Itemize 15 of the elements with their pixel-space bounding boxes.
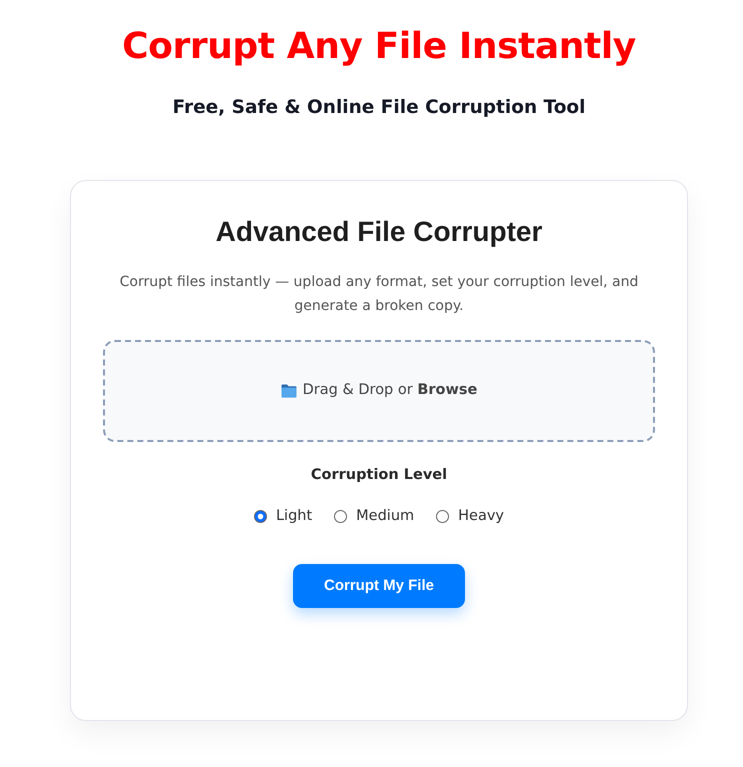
page-subtitle: Free, Safe & Online File Corruption Tool bbox=[172, 96, 586, 120]
corruption-level-label: Corruption Level bbox=[310, 466, 448, 485]
radio-label[interactable]: Light bbox=[276, 505, 312, 527]
card-title: Advanced File Corrupter bbox=[214, 215, 544, 249]
radio-button[interactable] bbox=[334, 510, 348, 522]
radio-button[interactable] bbox=[254, 510, 267, 522]
card-description: Corrupt files instantly — upload any format, set your corruption level, and generate a broken copy. bbox=[118, 273, 640, 316]
corrupt-button[interactable]: Corrupt My File bbox=[293, 564, 465, 608]
folder-icon bbox=[280, 384, 297, 398]
page-title: Corrupt Any File Instantly bbox=[121, 25, 637, 69]
file-drop-zone[interactable]: Drag & Drop or Browse bbox=[103, 340, 655, 442]
radio-label[interactable]: Medium bbox=[356, 505, 414, 527]
radio-label[interactable]: Heavy bbox=[458, 505, 504, 527]
radio-button[interactable] bbox=[436, 510, 450, 522]
drop-zone-text: Drag & Drop or Browse bbox=[302, 381, 478, 400]
